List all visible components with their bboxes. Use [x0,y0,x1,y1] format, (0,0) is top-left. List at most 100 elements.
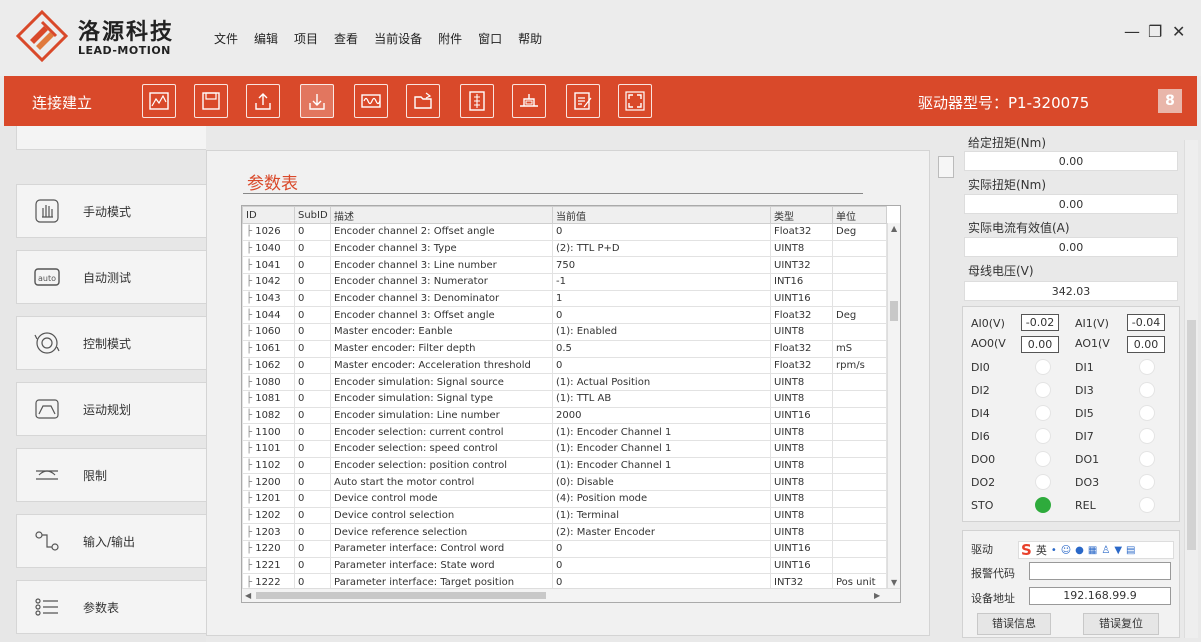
toolbar-fullscreen-button[interactable] [618,84,652,118]
skin-icon[interactable]: ▼ [1114,545,1122,556]
cell-value[interactable]: (1): Encoder Channel 1 [552,456,771,475]
menu-file[interactable]: 文件 [214,30,238,47]
ime-toolbar[interactable]: S 英 • ☺ ● ▦ ♙ ▼ ▤ [1018,541,1174,559]
cell-value[interactable]: 1 [552,289,771,308]
error-reset-button[interactable]: 错误复位 [1083,613,1159,635]
user-badge-button[interactable]: 8 [1158,89,1182,113]
cell-value[interactable]: (2): Master Encoder [552,523,771,542]
table-row[interactable]: ├ 1081 0 Encoder simulation: Signal type (1… [242,389,887,408]
toolbar-upload-button[interactable] [246,84,280,118]
column-header-subid[interactable]: SubID [294,206,331,224]
emoji-icon[interactable]: ☺ [1061,545,1071,556]
nav-item-limit[interactable]: 限制 [16,448,206,502]
table-row[interactable]: ├ 1044 0 Encoder channel 3: Offset angle 0 F… [242,306,887,325]
table-row[interactable]: ├ 1203 0 Device reference selection (2): Ma… [242,523,887,542]
error-info-button[interactable]: 错误信息 [977,613,1051,635]
table-row[interactable]: ├ 1041 0 Encoder channel 3: Line number 750… [242,256,887,275]
menu-current-device[interactable]: 当前设备 [374,30,422,47]
table-row[interactable]: ├ 1221 0 Parameter interface: State word 0 U… [242,556,887,575]
close-icon[interactable]: ✕ [1172,22,1185,41]
scroll-thumb[interactable] [890,301,898,321]
table-row[interactable]: ├ 1201 0 Device control mode (4): Position … [242,490,887,508]
cell-value[interactable]: -1 [552,273,771,291]
table-row[interactable]: ├ 1220 0 Parameter interface: Control word… [242,540,887,558]
toolbar-edit-button[interactable] [566,84,600,118]
nav-item-parameter-table[interactable]: 参数表 [16,580,206,634]
table-row[interactable]: ├ 1043 0 Encoder channel 3: Denominator 1 UI… [242,289,887,308]
nav-item-motion-planning[interactable]: 运动规划 [16,382,206,436]
cell-value[interactable]: (0): Disable [552,473,771,491]
ime-language-indicator[interactable]: 英 [1036,542,1047,558]
mic-icon[interactable]: ● [1075,545,1084,556]
table-row[interactable]: ├ 1060 0 Master encoder: Eanble (1): Enable… [242,323,887,341]
toolbar-scope-button[interactable] [142,84,176,118]
menu-edit[interactable]: 编辑 [254,30,278,47]
table-row[interactable]: ├ 1102 0 Encoder selection: position contr… [242,456,887,475]
cell-value[interactable]: (1): Enabled [552,323,771,341]
table-row[interactable]: ├ 1101 0 Encoder selection: speed control(… [242,439,887,458]
cell-value[interactable]: (1): Actual Position [552,373,771,391]
cell-value[interactable]: 0 [552,306,771,325]
cell-value[interactable]: 2000 [552,406,771,425]
menu-view[interactable]: 查看 [334,30,358,47]
table-row[interactable]: ├ 1082 0 Encoder simulation: Line number 20… [242,406,887,425]
table-row[interactable]: ├ 1062 0 Master encoder: Acceleration thre… [242,356,887,375]
table-horizontal-scrollbar[interactable]: ◀ ▶ [242,588,900,602]
tools-icon[interactable]: ▤ [1126,545,1135,556]
table-row[interactable]: ├ 1080 0 Encoder simulation: Signal source… [242,373,887,391]
column-header-description[interactable]: 描述 [330,206,553,224]
minimize-icon[interactable]: — [1124,22,1140,41]
menu-window[interactable]: 窗口 [478,30,502,47]
toolbar-waveform-button[interactable] [354,84,388,118]
panel-splitter-handle[interactable] [938,156,954,178]
cell-value[interactable]: 0 [552,223,771,241]
maximize-icon[interactable]: ❐ [1148,22,1162,41]
table-row[interactable]: ├ 1202 0 Device control selection (1): Term… [242,506,887,525]
toolbar-download-button[interactable] [300,84,334,118]
menu-help[interactable]: 帮助 [518,30,542,47]
toolbar-network-button[interactable] [512,84,546,118]
column-header-unit[interactable]: 单位 [832,206,887,224]
cell-value[interactable]: (4): Position mode [552,490,771,508]
table-row[interactable]: ├ 1040 0 Encoder channel 3: Type (2): TTL P… [242,239,887,258]
nav-item-io[interactable]: 输入/输出 [16,514,206,568]
cell-value[interactable]: 750 [552,256,771,275]
table-row[interactable]: ├ 1042 0 Encoder channel 3: Numerator -1 INT… [242,273,887,291]
punctuation-icon[interactable]: • [1051,545,1057,556]
column-header-type[interactable]: 类型 [770,206,833,224]
menu-project[interactable]: 项目 [294,30,318,47]
scroll-thumb[interactable] [1187,320,1196,550]
cell-value[interactable]: (1): TTL AB [552,389,771,408]
right-panel-scrollbar[interactable] [1184,140,1198,638]
table-row[interactable]: ├ 1061 0 Master encoder: Filter depth 0.5 Fl… [242,339,887,358]
scroll-left-icon[interactable]: ◀ [245,591,251,600]
scroll-thumb[interactable] [256,592,546,599]
scroll-up-icon[interactable]: ▲ [891,224,897,233]
cell-value[interactable]: (2): TTL P+D [552,239,771,258]
table-row[interactable]: ├ 1100 0 Encoder selection: current contro… [242,423,887,441]
cell-value[interactable]: 0 [552,356,771,375]
user-icon[interactable]: ♙ [1101,545,1110,556]
scroll-down-icon[interactable]: ▼ [891,578,897,587]
table-vertical-scrollbar[interactable]: ▲ ▼ [887,223,900,588]
nav-item-control-mode[interactable]: 控制模式 [16,316,206,370]
nav-item-partial[interactable] [16,126,206,150]
toolbar-tuning-button[interactable] [460,84,494,118]
cell-value[interactable]: (1): Encoder Channel 1 [552,439,771,458]
cell-value[interactable]: 0.5 [552,339,771,358]
scroll-right-icon[interactable]: ▶ [874,591,880,600]
toolbar-save-button[interactable] [194,84,228,118]
nav-item-manual-mode[interactable]: 手动模式 [16,184,206,238]
cell-value[interactable]: 0 [552,556,771,575]
nav-item-auto-test[interactable]: auto 自动测试 [16,250,206,304]
menu-attachment[interactable]: 附件 [438,30,462,47]
table-row[interactable]: ├ 1026 0 Encoder channel 2: Offset angle 0 F… [242,223,887,241]
column-header-value[interactable]: 当前值 [552,206,771,224]
cell-value[interactable]: (1): Terminal [552,506,771,525]
cell-value[interactable]: 0 [552,540,771,558]
table-row[interactable]: ├ 1200 0 Auto start the motor control (0): … [242,473,887,491]
keyboard-icon[interactable]: ▦ [1088,545,1097,556]
cell-value[interactable]: (1): Encoder Channel 1 [552,423,771,441]
column-header-id[interactable]: ID [242,206,295,224]
toolbar-open-folder-button[interactable] [406,84,440,118]
